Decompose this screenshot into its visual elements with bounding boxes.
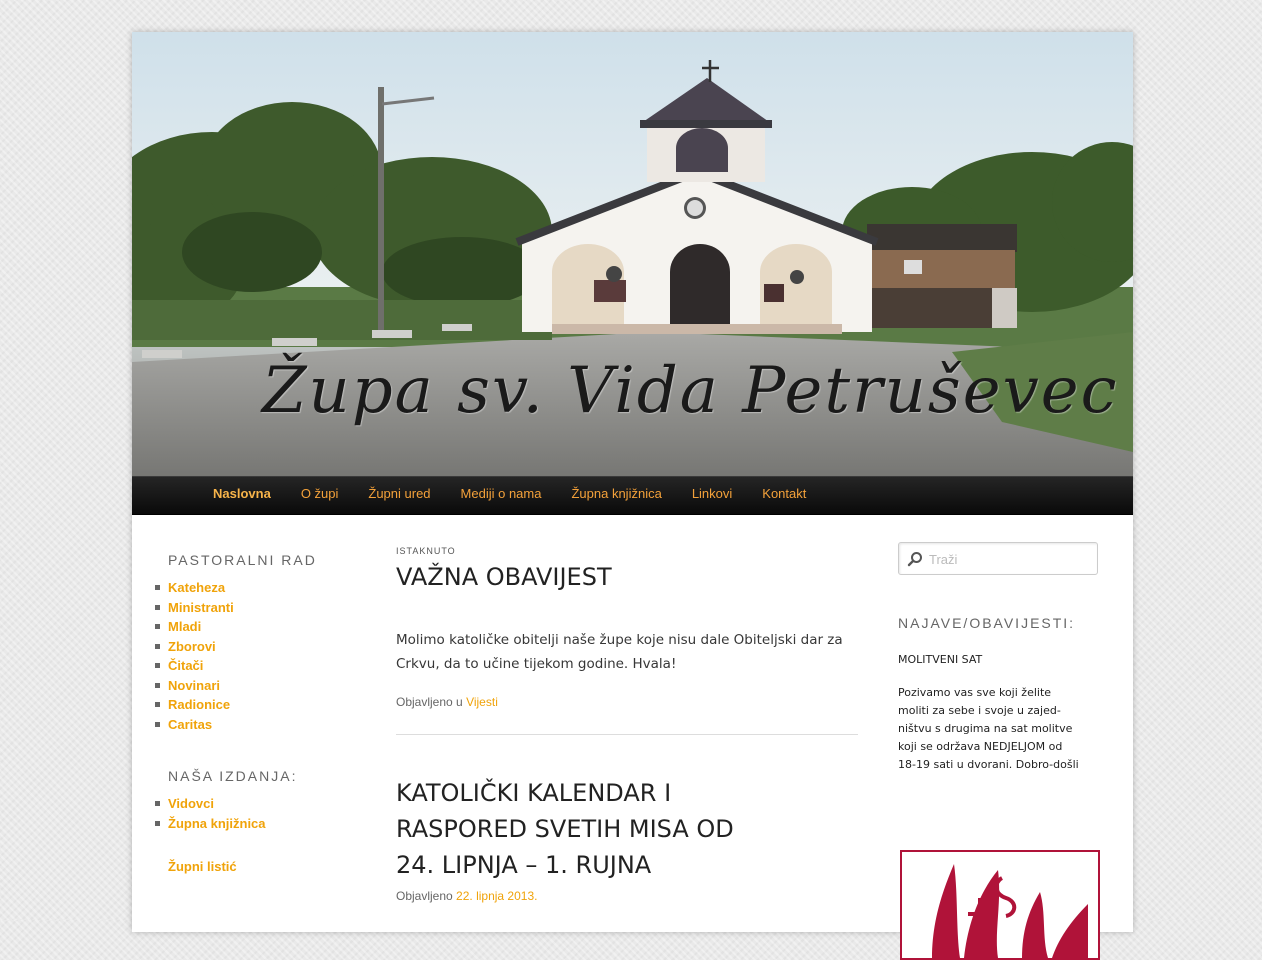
- featured-label: ISTAKNUTO: [396, 546, 456, 556]
- nav-item-naslovna[interactable]: Naslovna: [198, 477, 286, 514]
- left-sidebar: PASTORALNI RAD Kateheza Ministranti Mlad…: [155, 552, 368, 874]
- pastoral-list: Kateheza Ministranti Mladi Zborovi Čitač…: [155, 578, 368, 734]
- post-meta-prefix: Objavljeno: [396, 889, 453, 903]
- nav-item-kontakt[interactable]: Kontakt: [747, 477, 821, 514]
- post-meta-prefix: Objavljeno u: [396, 695, 463, 709]
- search-input[interactable]: [927, 547, 1091, 571]
- nav-item-zupna-knjiznica[interactable]: Župna knjižnica: [556, 477, 676, 514]
- post-title[interactable]: KATOLIČKI KALENDAR I RASPORED SVETIH MIS…: [396, 775, 776, 883]
- ihs-emblem-image: [902, 852, 1098, 958]
- sidebar-item-kateheza[interactable]: Kateheza: [155, 578, 368, 598]
- notices-widget-title: NAJAVE/OBAVIJESTI:: [898, 615, 1076, 631]
- header-credit: [922, 54, 925, 65]
- post-meta: Objavljeno 22. lipnja 2013.: [396, 889, 860, 903]
- sidebar-item-ministranti[interactable]: Ministranti: [155, 598, 368, 618]
- sidebar-item-citaci[interactable]: Čitači: [155, 656, 368, 676]
- post-body: Molimo katoličke obitelji naše župe koje…: [396, 632, 843, 672]
- sidebar-item-caritas[interactable]: Caritas: [155, 715, 368, 735]
- sidebar-item-mladi[interactable]: Mladi: [155, 617, 368, 637]
- post-title[interactable]: VAŽNA OBAVIJEST: [396, 559, 860, 595]
- main-navigation: Naslovna O župi Župni ured Mediji o nama…: [132, 476, 1133, 515]
- ihs-logo[interactable]: [900, 850, 1100, 960]
- right-sidebar: NAJAVE/OBAVIJESTI: MOLITVENI SAT Pozivam…: [898, 542, 1100, 960]
- notice-heading: MOLITVENI SAT: [898, 653, 983, 666]
- bulletin-link[interactable]: Župni listić: [168, 859, 368, 874]
- search-icon: [907, 552, 922, 567]
- site-title[interactable]: Župa sv. Vida Petruševec: [262, 354, 1116, 428]
- post-meta: Objavljeno u Vijesti: [396, 695, 860, 709]
- main-content: ISTAKNUTO VAŽNA OBAVIJEST Molimo katolič…: [396, 544, 860, 903]
- sidebar-item-vidovci[interactable]: Vidovci: [155, 794, 368, 814]
- notice-text: Pozivamo vas sve koji želite moliti za s…: [898, 686, 1079, 771]
- editions-widget-title: NAŠA IZDANJA:: [168, 768, 298, 784]
- nav-item-mediji-o-nama[interactable]: Mediji o nama: [446, 477, 557, 514]
- sidebar-item-novinari[interactable]: Novinari: [155, 676, 368, 696]
- post-separator: [396, 734, 858, 735]
- sidebar-item-zborovi[interactable]: Zborovi: [155, 637, 368, 657]
- header-banner[interactable]: Župa sv. Vida Petruševec: [132, 32, 1133, 476]
- nav-item-o-zupi[interactable]: O župi: [286, 477, 354, 514]
- editions-list: Vidovci Župna knjižnica: [155, 794, 368, 833]
- page-container: Župa sv. Vida Petruševec Naslovna O župi…: [132, 32, 1133, 960]
- nav-item-linkovi[interactable]: Linkovi: [677, 477, 747, 514]
- sidebar-item-radionice[interactable]: Radionice: [155, 695, 368, 715]
- search-box[interactable]: [898, 542, 1098, 575]
- post-category-link[interactable]: Vijesti: [466, 695, 498, 709]
- post-date-link[interactable]: 22. lipnja 2013.: [456, 889, 537, 903]
- sidebar-item-zupna-knjiznica[interactable]: Župna knjižnica: [155, 814, 368, 834]
- nav-item-zupni-ured[interactable]: Župni ured: [353, 477, 445, 514]
- pastoral-widget-title: PASTORALNI RAD: [168, 552, 317, 568]
